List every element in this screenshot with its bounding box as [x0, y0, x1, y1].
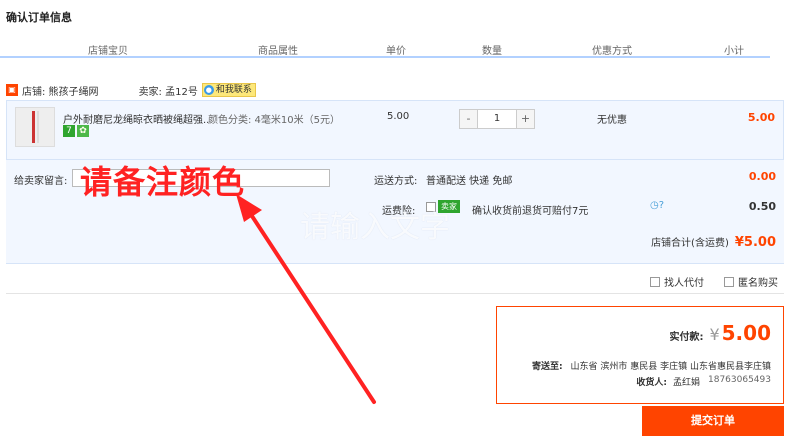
item-price: 5.00	[387, 111, 410, 122]
shop-total: 店铺合计(含运费) ¥5.00	[651, 234, 776, 250]
col-qty: 数量	[482, 46, 502, 57]
seven-day-return-icon[interactable]: 7	[63, 125, 75, 137]
address-label: 寄送至:	[531, 362, 563, 372]
shop-row: ▣ 店铺: 熊孩子绳网 卖家: 孟12号 ● 和我联系	[6, 82, 256, 98]
leaf-icon[interactable]: ✿	[77, 125, 89, 137]
promo-method: 无优惠	[597, 115, 627, 126]
chat-icon: ●	[203, 85, 214, 95]
shipping-label: 运送方式:	[374, 176, 418, 187]
proxy-pay-label: 找人代付	[664, 278, 704, 289]
annotation-text: 请备注颜色	[80, 163, 246, 201]
payment-summary: 实付款: ¥ 5.00 寄送至: 山东省 滨州市 惠民县 李庄镇 山东省惠民县李…	[496, 306, 784, 404]
quantity-plus-button[interactable]: +	[517, 110, 534, 128]
col-item: 店铺宝贝	[88, 46, 128, 57]
col-promo: 优惠方式	[592, 46, 632, 57]
shipping-method[interactable]: 普通配送 快递 免邮	[426, 172, 512, 187]
currency-symbol: ¥	[709, 325, 720, 344]
actual-payment-value: 5.00	[721, 321, 771, 345]
col-subtotal: 小计	[724, 46, 744, 57]
col-attr: 商品属性	[258, 46, 298, 57]
contact-seller-button[interactable]: ● 和我联系	[201, 83, 256, 97]
shop-name[interactable]: 店铺: 熊孩子绳网	[22, 83, 99, 98]
insurance-text: 确认收货前退货可赔付7元	[472, 206, 589, 217]
anonymous-option[interactable]: 匿名购买	[724, 274, 778, 289]
receiver-line: 收货人: 孟红娟 18763065493	[636, 375, 771, 388]
seller-name: 卖家: 孟12号	[138, 86, 198, 98]
page-title: 确认订单信息	[6, 11, 72, 24]
payment-options: 找人代付 匿名购买	[6, 264, 784, 294]
item-attribute: 颜色分类: 4毫米10米（5元）	[208, 115, 340, 126]
actual-payment: 实付款: ¥ 5.00	[669, 321, 771, 345]
message-label: 给卖家留言:	[14, 176, 68, 187]
shop-icon: ▣	[6, 84, 18, 96]
help-icon[interactable]: ◷?	[650, 200, 664, 211]
submit-order-button[interactable]: 提交订单	[642, 406, 784, 436]
shop-total-label: 店铺合计(含运费)	[651, 238, 729, 249]
proxy-pay-option[interactable]: 找人代付	[650, 274, 704, 289]
shipping-fee: 0.00	[748, 170, 776, 183]
column-header: 店铺宝贝 商品属性 单价 数量 优惠方式 小计	[0, 40, 770, 58]
item-badges: 7 ✿	[63, 125, 89, 137]
address-value: 山东省 滨州市 惠民县 李庄镇 山东省惠民县李庄镇	[570, 362, 771, 372]
quantity-minus-button[interactable]: -	[460, 110, 477, 128]
col-price: 单价	[386, 46, 406, 57]
insurance-fee: 0.50	[748, 200, 776, 213]
quantity-input[interactable]: 1	[477, 110, 517, 128]
item-title[interactable]: 户外耐磨尼龙绳晾衣晒被绳超强...	[63, 111, 208, 126]
shipping-address: 寄送至: 山东省 滨州市 惠民县 李庄镇 山东省惠民县李庄镇	[532, 359, 771, 372]
receiver-name: 孟红娟	[672, 378, 700, 388]
quantity-stepper: - 1 +	[459, 109, 535, 129]
shop-total-value: ¥5.00	[734, 235, 776, 250]
contact-label: 和我联系	[215, 85, 252, 95]
actual-payment-label: 实付款:	[669, 332, 704, 343]
receiver-phone: 18763065493	[708, 375, 771, 385]
anonymous-checkbox[interactable]	[724, 276, 734, 287]
proxy-pay-checkbox[interactable]	[650, 276, 660, 287]
receiver-label: 收货人:	[636, 378, 667, 388]
watermark-text: 请输入文字	[300, 210, 450, 245]
product-thumbnail[interactable]	[15, 107, 55, 147]
rope-image-shadow	[37, 111, 39, 143]
rope-image	[32, 111, 35, 143]
item-subtotal: 5.00	[747, 111, 775, 124]
item-row: 户外耐磨尼龙绳晾衣晒被绳超强... 7 ✿ 颜色分类: 4毫米10米（5元） 5…	[6, 100, 784, 160]
anonymous-label: 匿名购买	[738, 278, 778, 289]
